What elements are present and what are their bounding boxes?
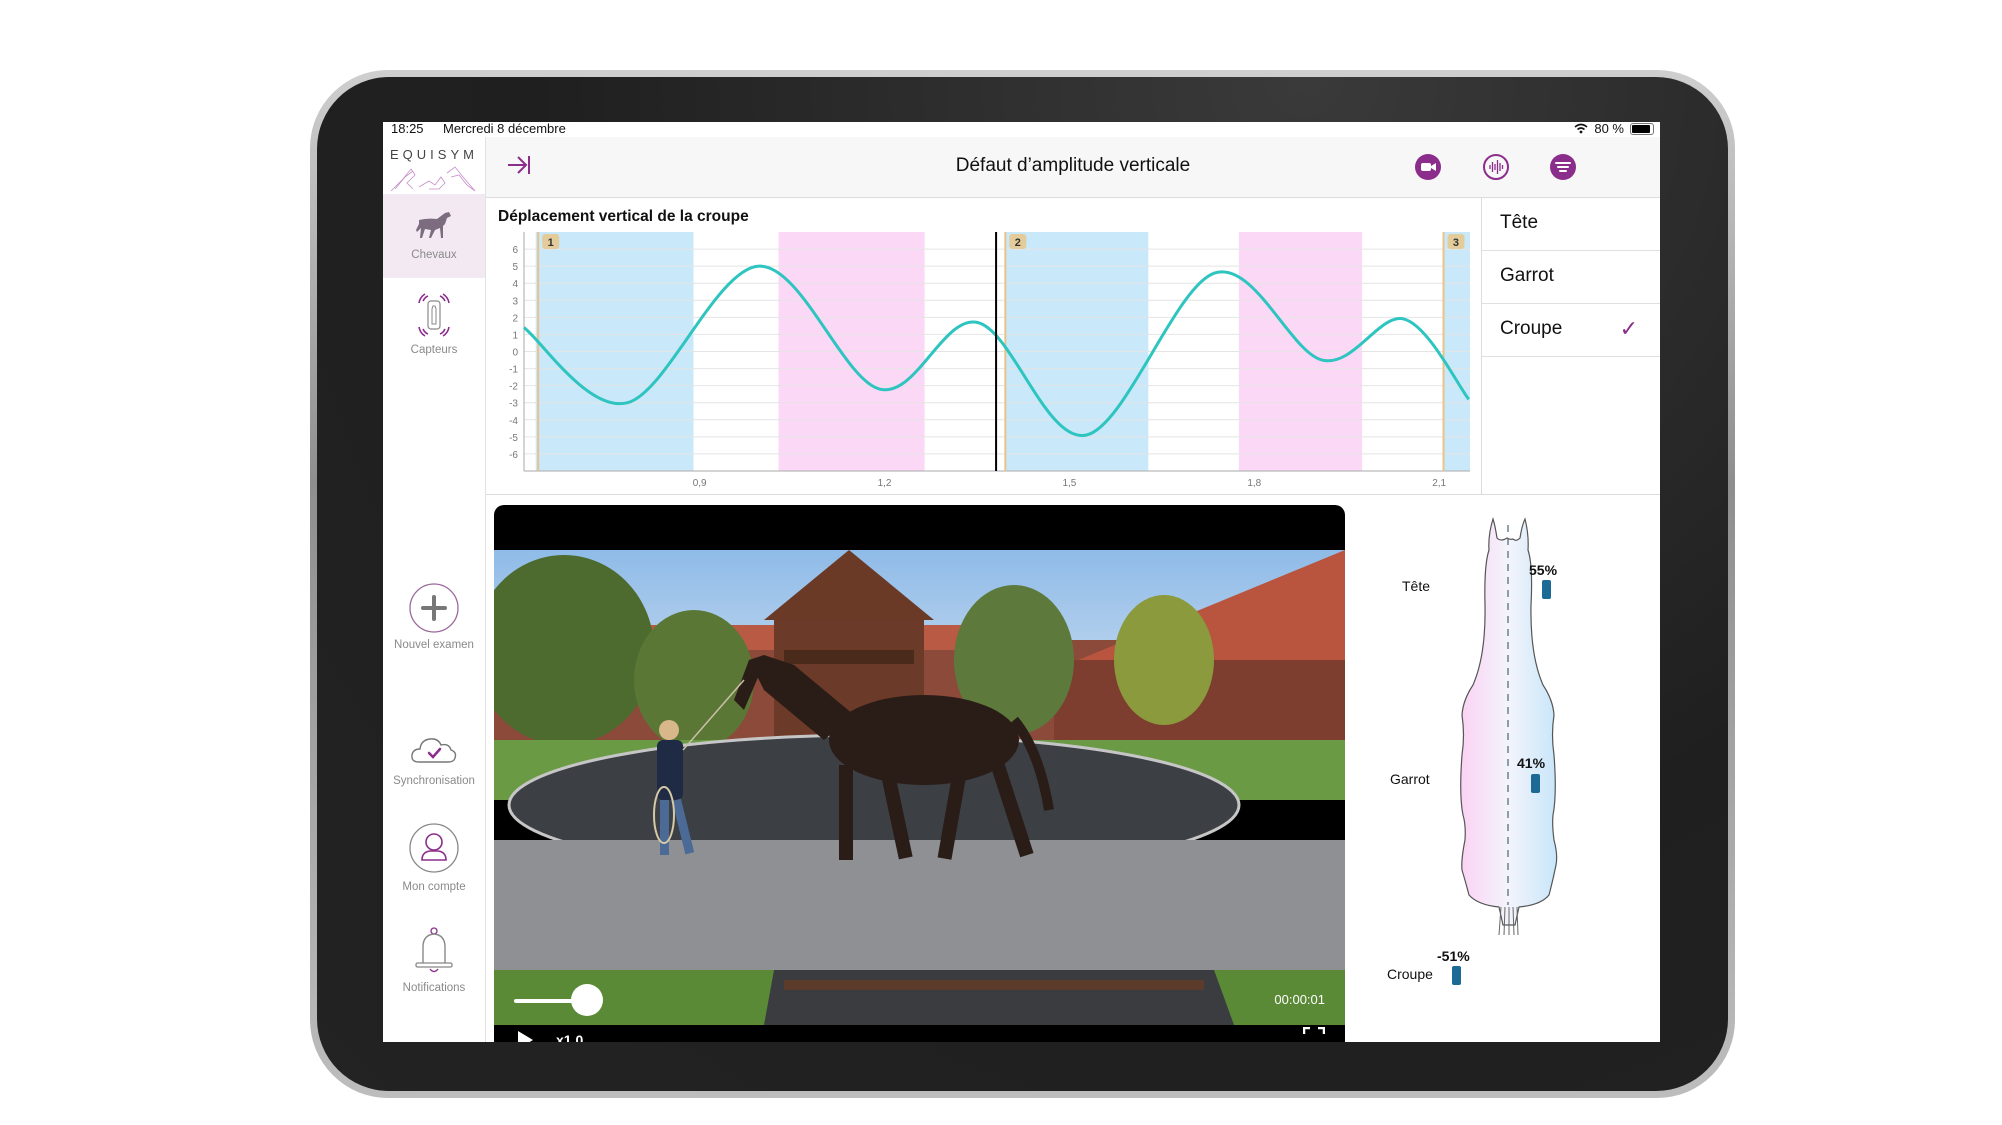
logo-horse-legs-icon <box>390 166 476 192</box>
wifi-icon <box>1574 123 1588 134</box>
x-tick-label: 1,8 <box>1247 478 1261 489</box>
sidebar-item-notifications[interactable]: Notifications <box>383 925 485 1005</box>
fullscreen-icon[interactable] <box>1303 1027 1325 1042</box>
video-scrubber-handle[interactable] <box>571 984 603 1016</box>
stride-marker-label: 2 <box>1015 237 1021 249</box>
y-tick-label: 1 <box>512 330 518 341</box>
sidebar-item-label: Capteurs <box>410 344 458 356</box>
horse-icon <box>416 212 451 238</box>
stride-marker-label: 3 <box>1453 237 1459 249</box>
status-bar: 18:25 Mercredi 8 décembre 80 % <box>383 122 1660 137</box>
bell-icon <box>415 927 453 973</box>
y-tick-label: 4 <box>512 279 518 290</box>
stride-marker-label: 1 <box>548 237 554 249</box>
y-tick-label: -4 <box>509 416 518 427</box>
y-tick-label: -2 <box>509 382 518 393</box>
asymmetry-bar-croupe <box>1452 966 1461 985</box>
battery-icon <box>1630 122 1654 135</box>
y-tick-label: -5 <box>509 433 518 444</box>
asymmetry-bar-tete <box>1542 580 1551 599</box>
battery-percent: 80 % <box>1594 122 1624 136</box>
region-label-garrot: Garrot <box>1390 771 1430 787</box>
filter-icon[interactable] <box>1549 153 1577 181</box>
checkmark-icon: ✓ <box>1619 316 1638 341</box>
asymmetry-value-garrot: 41% <box>1517 755 1546 771</box>
video-frame-horse-trotting <box>494 550 1345 1025</box>
y-tick-label: 5 <box>512 262 518 273</box>
y-tick-label: -6 <box>509 450 518 461</box>
sensor-icon <box>418 293 450 337</box>
y-tick-label: 2 <box>512 313 518 324</box>
plus-circle-icon <box>409 583 459 633</box>
video-player[interactable]: 00:00:01 x1.0 <box>494 505 1345 1042</box>
segment-label: Croupe <box>1500 318 1563 339</box>
sidebar-item-nouvel-examen[interactable]: Nouvel examen <box>383 582 485 662</box>
top-header: Défaut d’amplitude verticale <box>486 137 1660 198</box>
segment-label: Garrot <box>1500 265 1554 286</box>
asymmetry-bar-garrot <box>1531 774 1540 793</box>
displacement-chart: Déplacement vertical de la croupe 654321… <box>486 198 1481 495</box>
sound-wave-icon[interactable] <box>1482 153 1510 181</box>
segment-label: Tête <box>1500 212 1539 233</box>
sidebar-item-label: Chevaux <box>411 249 457 261</box>
x-tick-label: 1,5 <box>1062 478 1076 489</box>
y-tick-label: -3 <box>509 399 518 410</box>
y-tick-label: 0 <box>512 348 518 359</box>
sidebar: EQUISYM Chevaux Capteurs Nouvel examen S… <box>383 137 486 1042</box>
video-scrubber-track[interactable] <box>514 999 574 1003</box>
sidebar-item-chevaux[interactable]: Chevaux <box>383 194 485 278</box>
sidebar-item-capteurs[interactable]: Capteurs <box>383 287 485 367</box>
segment-item-croupe[interactable]: Croupe ✓ <box>1482 304 1660 357</box>
asymmetry-value-tete: 55% <box>1529 562 1558 578</box>
y-tick-label: -1 <box>509 365 518 376</box>
video-camera-icon[interactable] <box>1414 153 1442 181</box>
x-tick-label: 2,1 <box>1432 478 1446 489</box>
sidebar-item-label: Mon compte <box>402 881 466 893</box>
status-right: 80 % <box>1574 122 1654 136</box>
play-icon[interactable] <box>516 1030 534 1042</box>
y-tick-label: 6 <box>512 245 518 256</box>
user-icon <box>409 823 459 873</box>
chart-svg: 6 5 4 3 2 1 0 -1 -2 -3 -4 -5 -6 0,9 1,2 1,5 1,8 2,1 1 2 3 <box>509 232 1470 489</box>
y-tick-label: 3 <box>512 296 518 307</box>
x-tick-label: 1,2 <box>878 478 892 489</box>
region-label-tete: Tête <box>1402 578 1431 594</box>
cloud-check-icon <box>411 738 457 763</box>
sidebar-item-label: Synchronisation <box>393 775 475 787</box>
x-tick-label: 0,9 <box>693 478 707 489</box>
sidebar-item-synchronisation[interactable]: Synchronisation <box>383 732 485 802</box>
horse-top-silhouette <box>1460 517 1558 936</box>
symmetry-panel: Tête Garrot Croupe 55% 41% -51% <box>1345 495 1660 1042</box>
app-logo: EQUISYM <box>390 147 478 162</box>
segment-list: Tête Garrot Croupe ✓ <box>1481 198 1660 495</box>
sidebar-item-mon-compte[interactable]: Mon compte <box>383 822 485 902</box>
status-date: Mercredi 8 décembre <box>443 122 566 136</box>
segment-item-garrot[interactable]: Garrot <box>1482 251 1660 304</box>
sidebar-item-label: Notifications <box>402 982 466 994</box>
video-timestamp: 00:00:01 <box>1274 992 1325 1007</box>
region-label-croupe: Croupe <box>1387 966 1433 982</box>
segment-item-tete[interactable]: Tête <box>1482 198 1660 251</box>
sidebar-item-label: Nouvel examen <box>394 639 474 651</box>
playback-speed-button[interactable]: x1.0 <box>556 1032 583 1042</box>
app-screen: 18:25 Mercredi 8 décembre 80 % EQUISYM C… <box>383 122 1660 1042</box>
status-time: 18:25 <box>391 122 424 136</box>
asymmetry-value-croupe: -51% <box>1437 948 1470 964</box>
